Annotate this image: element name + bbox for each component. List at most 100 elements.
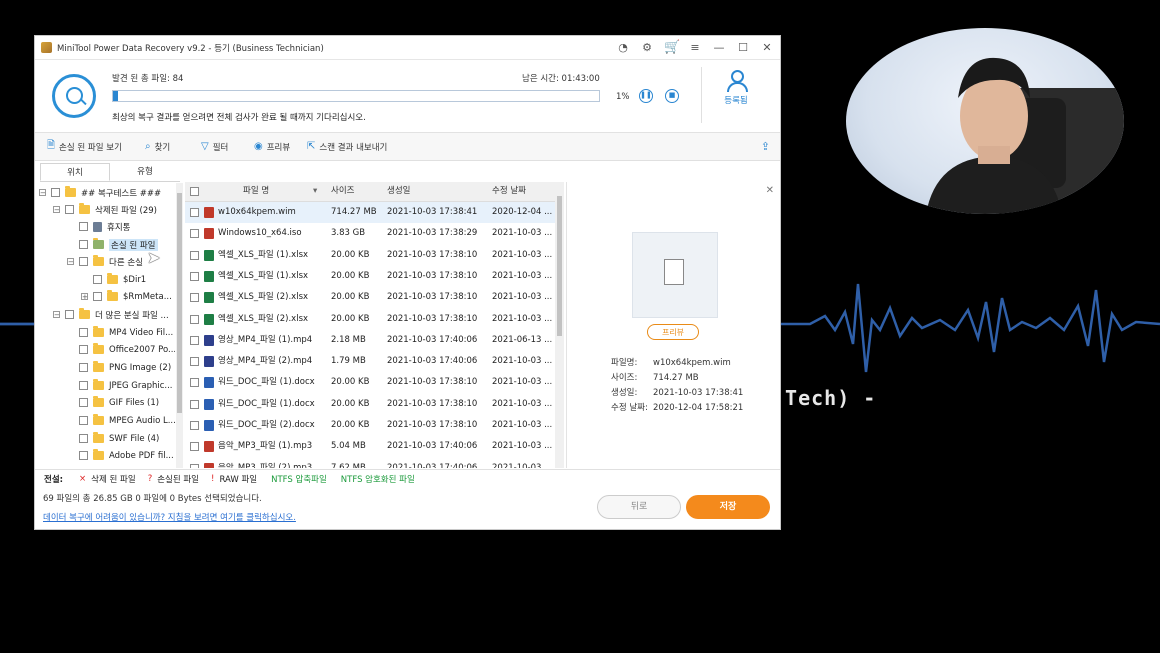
checkbox[interactable] <box>93 275 102 284</box>
tree-item[interactable]: MPEG Audio L... <box>79 412 175 429</box>
preview-file-button[interactable]: 프리뷰 <box>647 324 699 340</box>
tree-item[interactable]: Adobe PDF fil... <box>79 447 174 464</box>
cart-icon[interactable]: 🛒 <box>664 40 680 55</box>
file-row[interactable]: 엑셀_XLS_파일 (2).xlsx 20.00 KB 2021-10-03 17:… <box>185 287 555 308</box>
tree-item[interactable]: Office2007 Po... <box>79 341 175 358</box>
checkbox[interactable] <box>93 292 102 301</box>
checkbox[interactable] <box>190 442 199 452</box>
preview-button[interactable]: ◉ 프리뷰 <box>254 133 290 160</box>
tree-item[interactable]: − 삭제된 파일 (29) <box>53 201 157 218</box>
tree-item[interactable]: SWF File (4) <box>79 430 159 447</box>
tree-item[interactable]: − 더 많은 분실 파일 ... <box>53 306 169 323</box>
checkbox[interactable] <box>190 335 199 345</box>
column-modified[interactable]: 수정 날짜 <box>492 182 526 201</box>
close-icon[interactable]: ✕ <box>760 41 774 54</box>
tab-type[interactable]: 유형 <box>110 163 180 181</box>
preview-size: 사이즈: 714.27 MB <box>611 373 699 383</box>
checkbox[interactable] <box>190 357 199 367</box>
file-size: 20.00 KB <box>331 313 370 324</box>
file-row[interactable]: 영상_MP4_파일 (2).mp4 1.79 MB 2021-10-03 17:40… <box>185 351 555 372</box>
tab-location[interactable]: 위치 <box>40 163 110 181</box>
folder-icon <box>93 396 104 407</box>
checkbox[interactable] <box>190 463 199 468</box>
scan-percent: 1% <box>616 92 630 102</box>
checkbox[interactable] <box>190 250 199 260</box>
tree-item[interactable]: MP4 Video Fil... <box>79 324 173 341</box>
tree-item[interactable]: − ## 복구테스트 ### <box>39 184 161 201</box>
file-modified: 2021-10-03 ... <box>492 228 553 239</box>
tree-item[interactable]: 손실 된 파일 <box>79 236 158 253</box>
checkbox[interactable] <box>51 188 60 197</box>
checkbox[interactable] <box>190 208 199 217</box>
close-preview-icon[interactable]: ✕ <box>766 185 774 196</box>
tree-item[interactable]: JPEG Graphic... <box>79 377 173 394</box>
pause-button[interactable]: ❚❚ <box>639 89 653 103</box>
checkbox[interactable] <box>79 416 88 425</box>
column-name[interactable]: 파일 명 <box>243 182 269 201</box>
export-scan-button[interactable]: ⇱ 스캔 결과 내보내기 <box>307 133 387 160</box>
filter-button[interactable]: ▽ 필터 <box>201 133 228 160</box>
file-row[interactable]: 엑셀_XLS_파일 (2).xlsx 20.00 KB 2021-10-03 17:… <box>185 309 555 330</box>
file-row[interactable]: 엑셀_XLS_파일 (1).xlsx 20.00 KB 2021-10-03 17:… <box>185 245 555 266</box>
support-icon[interactable]: ⚙ <box>640 41 654 54</box>
maximize-icon[interactable]: ☐ <box>736 41 750 54</box>
file-created: 2021-10-03 17:38:10 <box>387 249 478 260</box>
menu-icon[interactable]: ≡ <box>688 41 702 54</box>
select-all-checkbox[interactable] <box>190 187 199 196</box>
file-row[interactable]: 워드_DOC_파일 (2).docx 20.00 KB 2021-10-03 17:… <box>185 415 555 436</box>
back-button[interactable]: 뒤로 <box>597 495 681 519</box>
checkbox[interactable] <box>79 381 88 390</box>
checkbox[interactable] <box>79 434 88 443</box>
checkbox[interactable] <box>79 451 88 460</box>
file-row[interactable]: 워드_DOC_파일 (1).docx 20.00 KB 2021-10-03 17:… <box>185 372 555 393</box>
minimize-icon[interactable]: — <box>712 41 726 54</box>
checkbox[interactable] <box>190 314 199 324</box>
stop-button[interactable]: ■ <box>665 89 679 103</box>
column-size[interactable]: 사이즈 <box>331 182 354 201</box>
checkbox[interactable] <box>79 240 88 249</box>
share-icon[interactable]: ⇪ <box>761 140 770 153</box>
checkbox[interactable] <box>190 229 199 239</box>
checkbox[interactable] <box>65 205 74 214</box>
file-name: 엑셀_XLS_파일 (2).xlsx <box>218 292 309 303</box>
file-size: 2.18 MB <box>331 334 366 345</box>
file-row[interactable]: w10x64kpem.wim 714.27 MB 2021-10-03 17:38:… <box>185 202 555 223</box>
tree-item[interactable]: $Dir1 <box>93 271 146 288</box>
file-row[interactable]: 음악_MP3_파일 (2).mp3 7.62 MB 2021-10-03 17:40… <box>185 458 555 468</box>
tree-item[interactable]: 휴지통 <box>79 218 130 235</box>
folder-icon <box>93 255 104 266</box>
checkbox[interactable] <box>65 310 74 319</box>
checkbox[interactable] <box>190 271 199 281</box>
file-row[interactable]: 음악_MP3_파일 (1).mp3 5.04 MB 2021-10-03 17:40… <box>185 436 555 457</box>
tree-item[interactable]: GIF Files (1) <box>79 394 159 411</box>
tree-item[interactable]: − 다른 손실 <box>67 253 143 270</box>
tree-item[interactable]: PNG Image (2) <box>79 359 171 376</box>
tree-item[interactable]: + $RmMeta... <box>81 288 172 305</box>
checkbox[interactable] <box>79 363 88 372</box>
tree-scrollbar[interactable] <box>176 183 183 468</box>
preview-created: 생성일: 2021-10-03 17:38:41 <box>611 388 744 398</box>
file-row[interactable]: 워드_DOC_파일 (1).docx 20.00 KB 2021-10-03 17:… <box>185 394 555 415</box>
file-size: 20.00 KB <box>331 270 370 281</box>
checkbox[interactable] <box>190 293 199 303</box>
checkbox[interactable] <box>79 257 88 266</box>
help-link[interactable]: 데이터 복구에 어려움이 있습니까? 지침을 보려면 여기를 클릭하십시오. <box>43 511 296 523</box>
checkbox[interactable] <box>79 222 88 231</box>
file-row[interactable]: Windows10_x64.iso 3.83 GB 2021-10-03 17:38… <box>185 223 555 244</box>
checkbox[interactable] <box>190 399 199 409</box>
legend-bar: 전설: × 삭제 된 파일 ? 손실된 파일 ! RAW 파일 NTFS 압축파… <box>35 469 780 487</box>
checkbox[interactable] <box>79 328 88 337</box>
save-button[interactable]: 저장 <box>686 495 770 519</box>
show-lost-files-button[interactable]: 🗎 손실 된 파일 보기 <box>47 133 122 160</box>
registered-button[interactable]: 등록됨 <box>711 68 761 106</box>
checkbox[interactable] <box>79 345 88 354</box>
checkbox[interactable] <box>190 421 199 430</box>
checkbox[interactable] <box>79 398 88 407</box>
file-list-scrollbar[interactable] <box>555 182 564 468</box>
checkbox[interactable] <box>190 378 199 388</box>
file-row[interactable]: 엑셀_XLS_파일 (1).xlsx 20.00 KB 2021-10-03 17:… <box>185 266 555 287</box>
file-row[interactable]: 영상_MP4_파일 (1).mp4 2.18 MB 2021-10-03 17:40… <box>185 330 555 351</box>
history-icon[interactable]: ◔ <box>616 41 630 54</box>
find-button[interactable]: ⌕ 찾기 <box>145 133 170 160</box>
column-created[interactable]: 생성일 <box>387 182 410 201</box>
